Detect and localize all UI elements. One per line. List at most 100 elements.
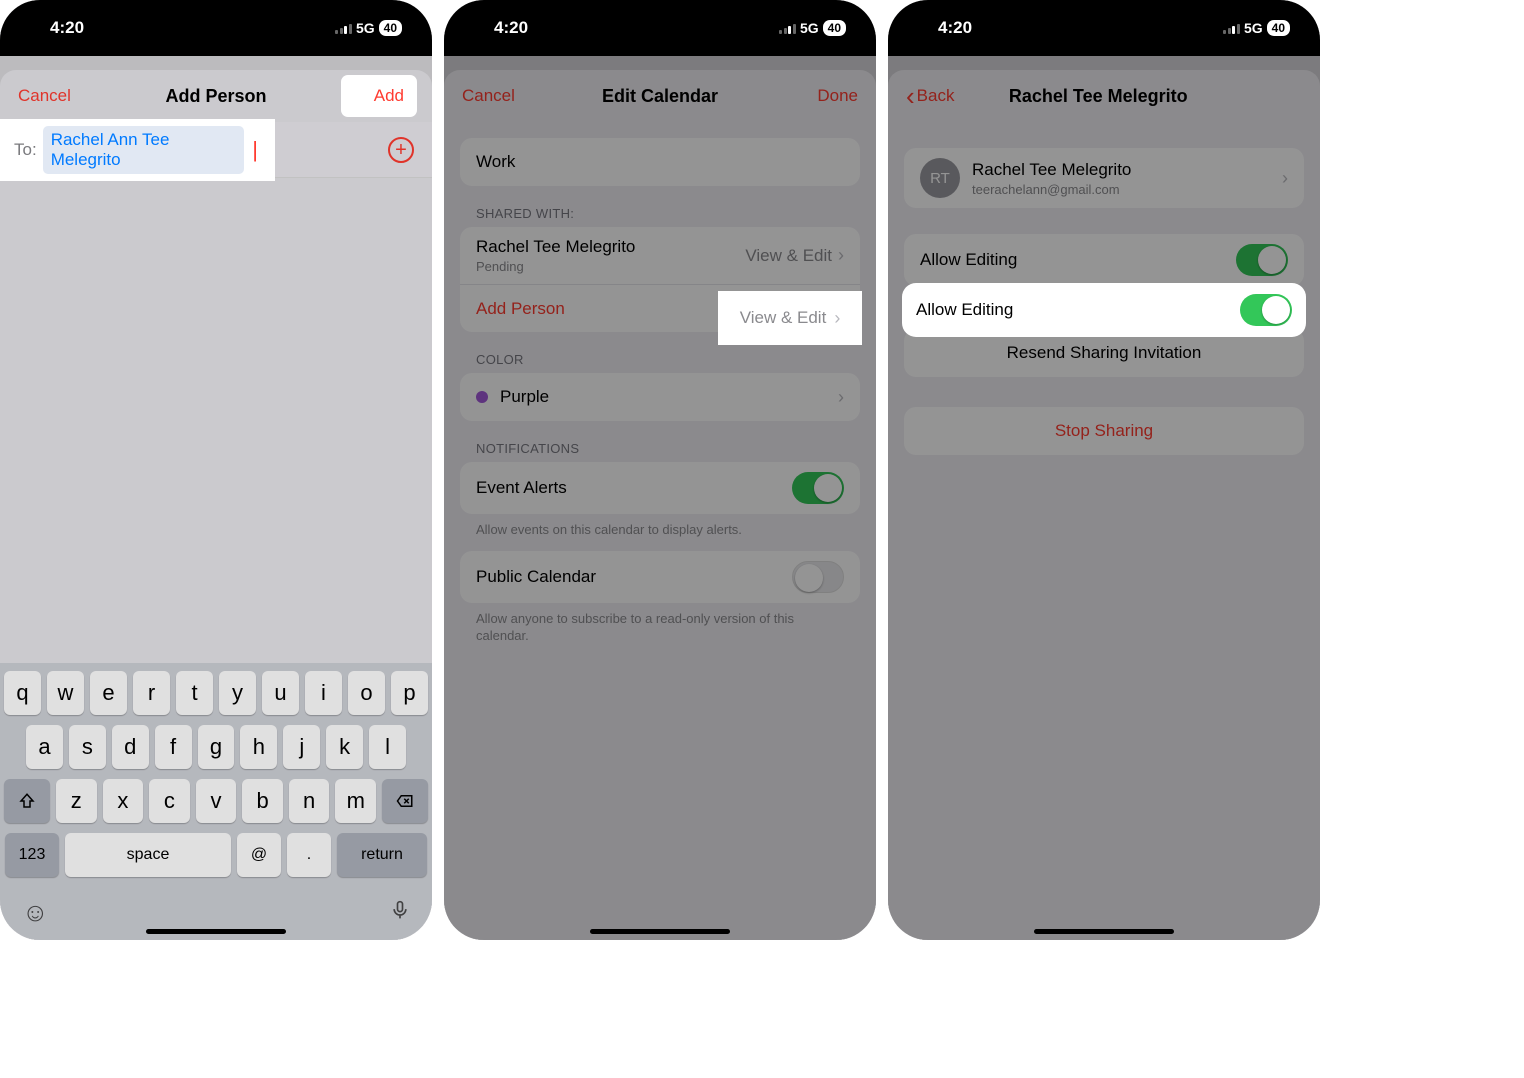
key-k[interactable]: k <box>326 725 363 769</box>
stop-sharing-button[interactable]: Stop Sharing <box>904 407 1304 455</box>
key-m[interactable]: m <box>335 779 376 823</box>
permission-accessory: View & Edit › <box>745 245 844 266</box>
done-button[interactable]: Done <box>788 86 858 106</box>
stop-sharing-label: Stop Sharing <box>1055 421 1153 441</box>
resend-invitation-button[interactable]: Resend Sharing Invitation <box>904 329 1304 377</box>
public-calendar-group: Public Calendar <box>460 551 860 603</box>
view-edit-highlight[interactable]: View & Edit › <box>720 293 860 343</box>
key-r[interactable]: r <box>133 671 170 715</box>
contact-chip[interactable]: Rachel Ann Tee Melegrito <box>43 126 245 174</box>
home-indicator[interactable] <box>590 929 730 934</box>
home-indicator[interactable] <box>1034 929 1174 934</box>
text-cursor: | <box>252 137 258 163</box>
key-b[interactable]: b <box>242 779 283 823</box>
key-v[interactable]: v <box>196 779 237 823</box>
emoji-icon[interactable]: ☺ <box>22 897 49 930</box>
key-e[interactable]: e <box>90 671 127 715</box>
shift-key[interactable] <box>4 779 50 823</box>
shared-person-row[interactable]: Rachel Tee Melegrito Pending View & Edit… <box>460 227 860 284</box>
page-title: Edit Calendar <box>602 86 718 107</box>
battery-icon: 40 <box>1267 20 1290 36</box>
key-l[interactable]: l <box>369 725 406 769</box>
shared-with-header: SHARED WITH: <box>444 186 876 227</box>
space-key[interactable]: space <box>65 833 231 877</box>
allow-editing-toggle-highlight[interactable] <box>1240 294 1292 326</box>
return-key[interactable]: return <box>337 833 427 877</box>
keyboard-row-2: a s d f g h j k l <box>4 725 428 769</box>
color-row[interactable]: Purple › <box>460 373 860 421</box>
battery-icon: 40 <box>823 20 846 36</box>
key-f[interactable]: f <box>155 725 192 769</box>
mic-icon[interactable] <box>390 897 410 930</box>
allow-editing-group: Allow Editing <box>904 234 1304 286</box>
shared-person-name: Rachel Tee Melegrito <box>476 237 635 256</box>
calendar-name-group: Work <box>460 138 860 186</box>
event-alerts-row[interactable]: Event Alerts <box>460 462 860 514</box>
key-z[interactable]: z <box>56 779 97 823</box>
status-time: 4:20 <box>938 18 972 38</box>
key-j[interactable]: j <box>283 725 320 769</box>
key-t[interactable]: t <box>176 671 213 715</box>
resend-group: Resend Sharing Invitation <box>904 329 1304 377</box>
phone-screen-1: 4:20 5G 40 Cancel Add Person Add To: Rac… <box>0 0 432 940</box>
signal-icon <box>779 23 796 34</box>
contact-row[interactable]: RT Rachel Tee Melegrito teerachelann@gma… <box>904 148 1304 208</box>
backspace-key[interactable] <box>382 779 428 823</box>
back-button[interactable]: ‹ Back <box>906 83 954 109</box>
home-indicator[interactable] <box>146 929 286 934</box>
calendar-name-field[interactable]: Work <box>460 138 860 186</box>
chevron-left-icon: ‹ <box>906 83 915 109</box>
nav-bar: Cancel Edit Calendar Done <box>444 70 876 122</box>
contact-group: RT Rachel Tee Melegrito teerachelann@gma… <box>904 148 1304 208</box>
event-alerts-help: Allow events on this calendar to display… <box>444 514 876 543</box>
status-bar: 4:20 5G 40 <box>0 0 432 56</box>
add-contact-icon[interactable]: + <box>388 137 414 163</box>
key-q[interactable]: q <box>4 671 41 715</box>
add-button[interactable]: Add <box>344 78 414 114</box>
phone-screen-3: 4:20 5G 40 ‹ Back Rachel Tee Melegrito R… <box>888 0 1320 940</box>
key-h[interactable]: h <box>240 725 277 769</box>
status-right: 5G 40 <box>335 20 402 36</box>
chevron-right-icon: › <box>834 308 840 329</box>
key-o[interactable]: o <box>348 671 385 715</box>
allow-editing-highlight[interactable]: Allow Editing <box>904 285 1304 335</box>
add-person-label: Add Person <box>476 299 565 319</box>
keyboard[interactable]: q w e r t y u i o p a s d f g h <box>0 663 432 940</box>
page-title: Rachel Tee Melegrito <box>1009 86 1188 107</box>
battery-icon: 40 <box>379 20 402 36</box>
key-n[interactable]: n <box>289 779 330 823</box>
key-g[interactable]: g <box>198 725 235 769</box>
key-i[interactable]: i <box>305 671 342 715</box>
color-group: Purple › <box>460 373 860 421</box>
allow-editing-label-highlight: Allow Editing <box>916 300 1013 320</box>
permission-label: View & Edit <box>745 246 832 266</box>
key-x[interactable]: x <box>103 779 144 823</box>
sheet: Cancel Edit Calendar Done Work SHARED WI… <box>444 70 876 940</box>
key-a[interactable]: a <box>26 725 63 769</box>
numbers-key[interactable]: 123 <box>5 833 59 877</box>
allow-editing-row[interactable]: Allow Editing <box>904 234 1304 286</box>
dot-key[interactable]: . <box>287 833 331 877</box>
allow-editing-toggle[interactable] <box>1236 244 1288 276</box>
nav-bar: ‹ Back Rachel Tee Melegrito <box>888 70 1320 122</box>
key-c[interactable]: c <box>149 779 190 823</box>
cancel-button[interactable]: Cancel <box>18 86 88 106</box>
chevron-right-icon: › <box>1282 168 1288 189</box>
key-d[interactable]: d <box>112 725 149 769</box>
cancel-button[interactable]: Cancel <box>462 86 532 106</box>
calendar-name-value: Work <box>476 152 515 172</box>
to-label: To: <box>14 140 37 160</box>
phone-screen-2: 4:20 5G 40 Cancel Edit Calendar Done Wor… <box>444 0 876 940</box>
key-p[interactable]: p <box>391 671 428 715</box>
public-calendar-row[interactable]: Public Calendar <box>460 551 860 603</box>
key-w[interactable]: w <box>47 671 84 715</box>
page-title: Add Person <box>165 86 266 107</box>
event-alerts-toggle[interactable] <box>792 472 844 504</box>
public-calendar-toggle[interactable] <box>792 561 844 593</box>
to-field-row[interactable]: To: Rachel Ann Tee Melegrito | <box>0 122 272 178</box>
at-key[interactable]: @ <box>237 833 281 877</box>
key-s[interactable]: s <box>69 725 106 769</box>
key-u[interactable]: u <box>262 671 299 715</box>
public-calendar-label: Public Calendar <box>476 567 780 587</box>
key-y[interactable]: y <box>219 671 256 715</box>
